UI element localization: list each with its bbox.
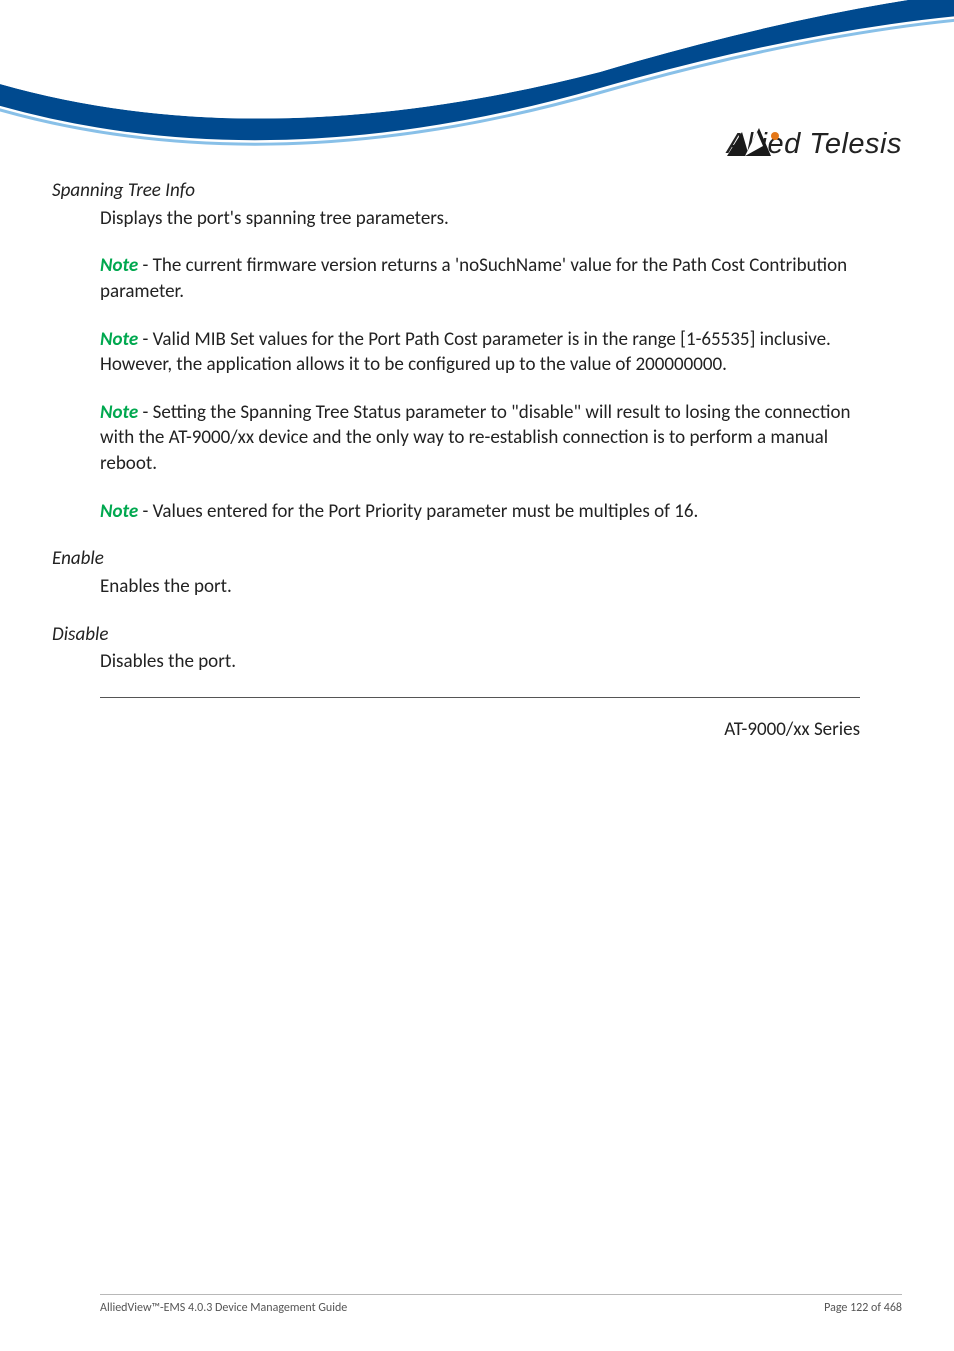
footer-right: Page 122 of 468: [824, 1301, 902, 1315]
section-divider: [100, 697, 860, 698]
enable-title: Enable: [52, 546, 860, 572]
series-label: AT-9000/xx Series: [100, 717, 860, 743]
footer-left: AlliedView™-EMS 4.0.3 Device Management …: [100, 1301, 347, 1315]
disable-body: Disables the port.: [100, 649, 860, 675]
page-footer: AlliedView™-EMS 4.0.3 Device Management …: [100, 1294, 902, 1315]
note-4-text: - Values entered for the Port Priority p…: [143, 500, 699, 523]
note-2-text: - Valid MIB Set values for the Port Path…: [100, 328, 831, 377]
note-2: Note - Valid MIB Set values for the Port…: [100, 327, 860, 378]
note-3-text: - Setting the Spanning Tree Status param…: [100, 401, 851, 475]
spanning-tree-body: Displays the port's spanning tree parame…: [100, 206, 860, 232]
enable-body: Enables the port.: [100, 574, 860, 600]
header-decoration: Allied Telesis: [0, 0, 954, 170]
page-content: Spanning Tree Info Displays the port's s…: [100, 178, 860, 762]
brand-mark-icon: [727, 128, 783, 158]
note-1-text: - The current firmware version returns a…: [100, 254, 847, 303]
note-label: Note: [100, 500, 138, 523]
footer-divider: [100, 1294, 902, 1295]
note-1: Note - The current firmware version retu…: [100, 253, 860, 304]
note-3: Note - Setting the Spanning Tree Status …: [100, 400, 860, 477]
spanning-tree-title: Spanning Tree Info: [52, 178, 860, 204]
note-label: Note: [100, 254, 138, 277]
disable-title: Disable: [52, 622, 860, 648]
note-label: Note: [100, 401, 138, 424]
brand-logo: Allied Telesis: [727, 128, 902, 161]
note-4: Note - Values entered for the Port Prior…: [100, 499, 860, 525]
note-label: Note: [100, 328, 138, 351]
